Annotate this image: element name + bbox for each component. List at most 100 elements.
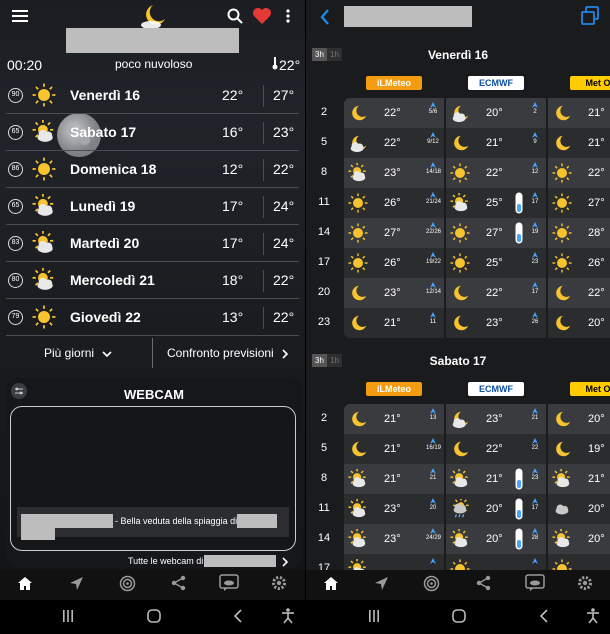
- wind-indicator: 9: [528, 131, 542, 145]
- location-arrow-icon[interactable]: [69, 576, 84, 591]
- day-row[interactable]: 80 Mercoledì 21 18° 22°: [0, 262, 305, 299]
- back-icon[interactable]: [234, 609, 242, 623]
- day-row[interactable]: 83 Martedì 20 17° 24°: [0, 225, 305, 262]
- search-icon[interactable]: [227, 8, 243, 24]
- forecast-cell: 20° 2: [446, 98, 546, 128]
- day-row[interactable]: 79 Giovedì 22 13° 22°: [0, 299, 305, 336]
- home-icon[interactable]: [17, 576, 33, 591]
- more-vert-icon[interactable]: [286, 9, 290, 23]
- wind-indicator: 22: [528, 437, 542, 451]
- wind-indicator: [528, 557, 542, 565]
- wind-speed: 22: [531, 445, 539, 451]
- chevron-down-icon: [102, 351, 112, 357]
- wind-speed: 26: [531, 319, 539, 325]
- wind-arrow-icon: [430, 312, 436, 318]
- forecast-cell: 20°: [548, 524, 610, 554]
- moon-icon: [450, 313, 470, 333]
- home-system-icon[interactable]: [452, 609, 466, 623]
- radar-icon[interactable]: [423, 575, 440, 592]
- cell-temp: 23°: [486, 413, 503, 425]
- comparison-panel: 3h 1h Venerdì 16 iLMeteo ECMWF Met O 2 5 8 11 14 17…: [306, 0, 610, 634]
- current-temp: 22°: [279, 57, 301, 73]
- wind-arrow-icon: [532, 498, 538, 504]
- accessibility-icon[interactable]: [586, 608, 600, 624]
- location-arrow-icon[interactable]: [374, 576, 389, 591]
- hour-label: 14: [317, 226, 331, 238]
- wind-indicator: 9/12: [426, 131, 440, 145]
- heart-icon[interactable]: [252, 7, 272, 25]
- forecast-buttons: Più giorni Confronto previsioni: [0, 336, 305, 370]
- forecast-cell: 25° 17: [446, 188, 546, 218]
- moon-icon: [552, 133, 572, 153]
- wind-speed: 28: [531, 535, 539, 541]
- system-nav-bar: [0, 600, 305, 634]
- home-system-icon[interactable]: [147, 609, 161, 623]
- sun-cloud-icon: [348, 529, 368, 549]
- more-days-button[interactable]: Più giorni: [44, 346, 112, 360]
- wind-indicator: 26: [528, 311, 542, 325]
- day-row[interactable]: 65 Sabato 17 16° 23°: [0, 114, 305, 151]
- day-row[interactable]: 65 Lunedì 19 17° 24°: [0, 188, 305, 225]
- recent-apps-icon[interactable]: [368, 610, 380, 622]
- wind-indicator: 22/26: [426, 221, 441, 235]
- wind-arrow-icon: [532, 468, 538, 474]
- share-icon[interactable]: [476, 575, 491, 591]
- forecast-cell: 25° 23: [446, 248, 546, 278]
- wind-arrow-icon: [430, 408, 436, 414]
- wind-arrow-icon: [430, 282, 436, 288]
- moon-icon: [348, 439, 368, 459]
- wind-indicator: 28: [528, 527, 542, 541]
- wind-arrow-icon: [430, 132, 436, 138]
- sun-cloud-icon: [32, 120, 56, 144]
- back-icon[interactable]: [540, 609, 548, 623]
- wind-speed: 12/14: [426, 289, 442, 295]
- accessibility-icon[interactable]: [281, 608, 295, 624]
- all-webcams-link[interactable]: Tutte le webcam di: [128, 556, 203, 566]
- cell-temp: 21°: [384, 473, 401, 485]
- hour-label: 2: [320, 106, 328, 118]
- cell-temp: 22°: [384, 107, 401, 119]
- cell-temp: 28°: [588, 227, 605, 239]
- webcam-title: WEBCAM: [124, 387, 184, 402]
- back-arrow-icon[interactable]: [320, 9, 330, 25]
- forecast-cell: 19°: [548, 434, 610, 464]
- temp-max: 24°: [273, 198, 295, 214]
- day-name: Lunedì 19: [70, 198, 136, 214]
- forecast-cell: 23° 21: [446, 404, 546, 434]
- settings-gear-icon[interactable]: [271, 575, 287, 591]
- hour-label: 20: [317, 286, 331, 298]
- sun-icon: [32, 305, 56, 329]
- chevron-right-icon[interactable]: [282, 557, 288, 567]
- wind-indicator: 17: [528, 191, 542, 205]
- wind-arrow-icon: [532, 528, 538, 534]
- moon-icon: [552, 409, 572, 429]
- forecast-cell: 21° 11: [344, 308, 444, 338]
- sun-icon: [552, 193, 572, 213]
- forecast-cell: 23° 24/29: [344, 524, 444, 554]
- cell-temp: 23°: [384, 287, 401, 299]
- home-icon[interactable]: [323, 576, 339, 591]
- share-icon[interactable]: [171, 575, 186, 591]
- wind-speed: 21/24: [426, 199, 442, 205]
- weather-chat-icon[interactable]: [219, 574, 239, 592]
- wind-speed: 21: [429, 475, 437, 481]
- webcam-location-redacted-2: [21, 528, 55, 540]
- wind-speed: 21: [531, 415, 539, 421]
- wind-indicator: 24/29: [426, 527, 441, 541]
- radar-icon[interactable]: [119, 575, 136, 592]
- weather-chat-icon[interactable]: [525, 574, 545, 592]
- settings-gear-icon[interactable]: [577, 575, 593, 591]
- chevron-right-icon: [282, 349, 289, 359]
- temp-max: 22°: [273, 272, 295, 288]
- day-row[interactable]: 90 Venerdì 16 22° 27°: [0, 77, 305, 114]
- day-row[interactable]: 86 Domenica 18 12° 22°: [0, 151, 305, 188]
- wind-indicator: 21: [528, 407, 542, 421]
- recent-apps-icon[interactable]: [62, 610, 74, 622]
- menu-icon[interactable]: [12, 10, 28, 22]
- webcam-image[interactable]: - Bella veduta della spiaggia di: [10, 406, 296, 551]
- compare-forecast-button[interactable]: Confronto previsioni: [167, 346, 289, 360]
- sun-icon: [32, 83, 56, 107]
- sun-cloud-icon: [450, 529, 470, 549]
- copy-layers-icon[interactable]: [580, 6, 600, 26]
- hour-label: 5: [320, 442, 328, 454]
